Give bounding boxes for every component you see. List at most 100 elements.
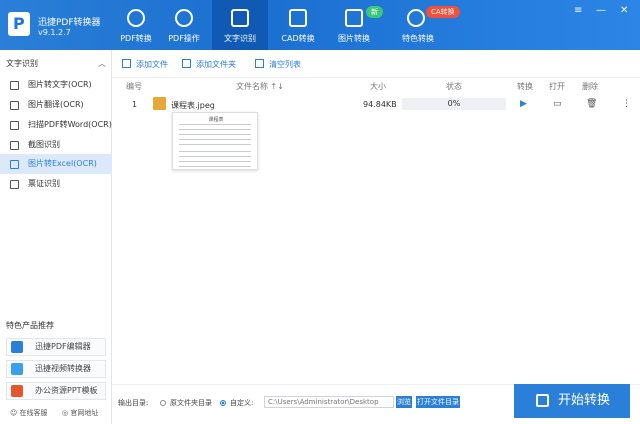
app-name: 迅捷PDF转换器 bbox=[38, 18, 101, 28]
preview-line bbox=[179, 144, 251, 145]
sidebar-header[interactable]: 文字识别 ︿ bbox=[0, 58, 112, 72]
sidebar-header-label: 文字识别 bbox=[6, 59, 38, 68]
featured-label: 迅捷PDF编辑器 bbox=[35, 342, 91, 351]
radio-custom[interactable] bbox=[220, 400, 226, 406]
trash-icon[interactable]: 🗑 bbox=[586, 99, 597, 109]
minimize-icon[interactable]: — bbox=[596, 5, 606, 16]
radio-source[interactable] bbox=[160, 400, 166, 406]
col-status: 状态 bbox=[446, 82, 462, 91]
menu-icon[interactable]: ≡ bbox=[574, 5, 582, 16]
app-version: v9.1.2.7 bbox=[38, 28, 71, 37]
add-file-icon bbox=[122, 59, 131, 68]
preview-line bbox=[179, 139, 251, 140]
official-site-label: 官网地址 bbox=[70, 409, 99, 417]
close-icon[interactable]: ✕ bbox=[620, 5, 628, 16]
chevron-up-icon[interactable]: ︿ bbox=[98, 58, 106, 69]
tab-label: PDF操作 bbox=[168, 34, 200, 43]
translate-icon bbox=[10, 101, 19, 110]
new-badge: 新 bbox=[366, 6, 383, 18]
sidebar-item-image-to-text[interactable]: 图片转文字(OCR) bbox=[0, 75, 112, 95]
sidebar-item-image-translate[interactable]: 图片翻译(OCR) bbox=[0, 95, 112, 115]
online-service-link[interactable]: ☺ 在线客服 bbox=[10, 408, 48, 418]
clear-list-label: 清空列表 bbox=[269, 60, 301, 69]
col-size: 大小 bbox=[370, 82, 386, 91]
cad-icon bbox=[289, 9, 307, 27]
sidebar-item-label: 票证识别 bbox=[28, 179, 60, 188]
image-text-icon bbox=[10, 81, 19, 90]
col-index: 编号 bbox=[126, 82, 142, 91]
sidebar: 文字识别 ︿ 图片转文字(OCR) 图片翻译(OCR) 扫描PDF转Word(O… bbox=[0, 50, 112, 424]
preview-line bbox=[179, 129, 251, 130]
option-custom-label: 自定义: bbox=[230, 399, 254, 407]
col-open: 打开 bbox=[549, 82, 565, 91]
scan-icon bbox=[10, 121, 19, 130]
official-site-link[interactable]: ◎ 官网地址 bbox=[62, 408, 98, 418]
sidebar-item-label: 截图识别 bbox=[28, 140, 60, 149]
pdf-operate-icon bbox=[175, 9, 193, 27]
start-convert-label: 开始转换 bbox=[558, 393, 611, 408]
tab-label: 特色转换 bbox=[402, 34, 434, 43]
progress-text: 0% bbox=[447, 99, 461, 108]
image-icon bbox=[345, 9, 363, 27]
start-icon bbox=[536, 394, 549, 407]
convert-icon bbox=[127, 9, 145, 27]
output-path-input[interactable]: C:\Users\Administrator\Desktop bbox=[264, 396, 394, 408]
preview-line bbox=[179, 134, 251, 135]
output-option-source[interactable]: 原文件夹目录 bbox=[160, 398, 212, 408]
tab-label: 图片转换 bbox=[338, 34, 370, 43]
preview-line bbox=[179, 151, 251, 152]
featured-video-converter[interactable]: 迅捷视频转换器 bbox=[6, 360, 106, 378]
row-index: 1 bbox=[132, 100, 138, 109]
tab-label: CAD转换 bbox=[281, 34, 315, 43]
sidebar-item-scan-pdf-word[interactable]: 扫描PDF转Word(OCR) bbox=[0, 115, 112, 135]
featured-title: 特色产品推荐 bbox=[6, 321, 54, 330]
ppt-template-icon bbox=[11, 385, 23, 397]
clear-list-icon bbox=[255, 59, 264, 68]
add-folder-button[interactable]: 添加文件夹 bbox=[182, 59, 236, 70]
browse-button[interactable]: 浏览 bbox=[396, 396, 412, 408]
row-size: 94.84KB bbox=[363, 100, 397, 109]
clear-list-button[interactable]: 清空列表 bbox=[255, 59, 301, 70]
col-delete: 删除 bbox=[582, 82, 598, 91]
online-service-label: 在线客服 bbox=[19, 409, 48, 417]
video-converter-icon bbox=[11, 363, 23, 375]
sidebar-item-ticket-ocr[interactable]: 票证识别 bbox=[0, 174, 112, 194]
image-preview: 课程表 bbox=[172, 112, 258, 170]
preview-line bbox=[179, 156, 251, 157]
tab-ocr[interactable]: 文字识别 bbox=[212, 0, 268, 50]
open-folder-button[interactable]: 打开文件目录 bbox=[416, 396, 460, 408]
add-file-label: 添加文件 bbox=[136, 60, 168, 69]
add-file-button[interactable]: 添加文件 bbox=[122, 59, 168, 70]
add-folder-icon bbox=[182, 59, 191, 68]
featured-ppt-templates[interactable]: 办公资源PPT模板 bbox=[6, 382, 106, 400]
add-folder-label: 添加文件夹 bbox=[196, 60, 236, 69]
app-logo bbox=[8, 12, 30, 36]
col-convert: 转换 bbox=[517, 82, 533, 91]
sidebar-item-label: 图片转Excel(OCR) bbox=[28, 159, 97, 168]
sidebar-item-screenshot-ocr[interactable]: 截图识别 bbox=[0, 135, 112, 155]
play-icon[interactable]: ▶ bbox=[520, 99, 527, 109]
sidebar-item-label: 扫描PDF转Word(OCR) bbox=[28, 120, 112, 129]
tab-pdf-operate[interactable]: PDF操作 bbox=[156, 0, 212, 50]
tab-cad-convert[interactable]: CAD转换 bbox=[270, 0, 326, 50]
option-source-label: 原文件夹目录 bbox=[170, 399, 212, 407]
excel-icon bbox=[10, 160, 19, 169]
special-icon bbox=[407, 9, 425, 27]
preview-title: 课程表 bbox=[208, 117, 224, 123]
featured-pdf-editor[interactable]: 迅捷PDF编辑器 bbox=[6, 338, 106, 356]
start-convert-button[interactable]: 开始转换 bbox=[514, 384, 630, 418]
col-filename[interactable]: 文件名称 ↑↓ bbox=[236, 81, 284, 92]
image-file-icon bbox=[153, 97, 166, 110]
folder-open-icon[interactable]: ▭ bbox=[553, 99, 562, 109]
app-header: 迅捷PDF转换器 v9.1.2.7 PDF转换 PDF操作 文字识别 CAD转换… bbox=[0, 0, 640, 50]
output-option-custom[interactable]: 自定义: bbox=[220, 398, 253, 408]
ca-badge: CA转换 bbox=[426, 6, 460, 18]
row-filename: 课程表.jpeg bbox=[171, 101, 215, 110]
output-label: 输出目录: bbox=[118, 399, 149, 407]
file-toolbar: 添加文件 添加文件夹 清空列表 bbox=[112, 50, 640, 78]
tab-label: 文字识别 bbox=[224, 34, 256, 43]
ticket-icon bbox=[10, 180, 19, 189]
sidebar-item-image-to-excel[interactable]: 图片转Excel(OCR) bbox=[0, 154, 112, 174]
more-icon[interactable]: ⋮ bbox=[622, 99, 631, 109]
featured-label: 办公资源PPT模板 bbox=[35, 386, 98, 395]
